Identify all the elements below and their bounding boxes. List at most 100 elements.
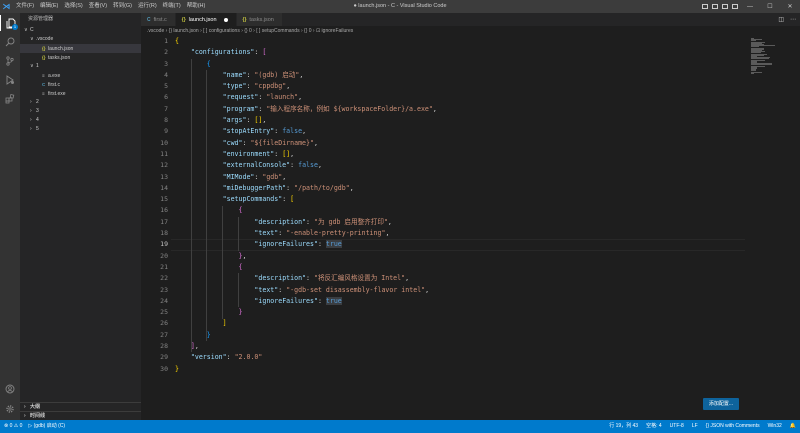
code-line[interactable]: ],: [175, 341, 437, 352]
debug-launch-status[interactable]: ▷ (gdb) 启动 (C): [28, 420, 65, 433]
code-line[interactable]: "name": "(gdb) 启动",: [175, 70, 437, 81]
tab-tasks-json[interactable]: {} tasks.json: [236, 13, 283, 26]
tree-item[interactable]: Cfirst.c: [20, 80, 141, 89]
code-line[interactable]: },: [175, 251, 437, 262]
tree-item[interactable]: {} launch.json: [20, 44, 141, 53]
tree-item-label: launch.json: [48, 46, 74, 52]
tree-item[interactable]: › 2: [20, 98, 141, 107]
customize-layout-icon[interactable]: [732, 4, 738, 9]
search-icon[interactable]: [0, 34, 20, 50]
tab-launch-json[interactable]: {} launch.json: [175, 13, 237, 26]
menu-terminal[interactable]: 终端(T): [160, 0, 184, 13]
more-actions-icon[interactable]: ⋯: [790, 16, 796, 23]
code-line[interactable]: "text": "-enable-pretty-printing",: [175, 228, 437, 239]
code-line[interactable]: {: [175, 205, 437, 216]
toggle-secondary-sidebar-icon[interactable]: [722, 4, 728, 9]
tree-item[interactable]: › 3: [20, 107, 141, 116]
run-debug-icon[interactable]: [0, 72, 20, 88]
code-line[interactable]: "configurations": [: [175, 47, 437, 58]
code-line[interactable]: "request": "launch",: [175, 92, 437, 103]
maximize-button[interactable]: ☐: [760, 0, 780, 13]
explorer-icon[interactable]: 1: [0, 15, 20, 31]
menu-selection[interactable]: 选择(S): [61, 0, 85, 13]
line-number: 14: [160, 183, 168, 192]
problems-status[interactable]: ⊗ 0 ⚠ 0: [4, 420, 22, 433]
code-line[interactable]: "cwd": "${fileDirname}",: [175, 138, 437, 149]
code-line[interactable]: {: [175, 36, 437, 47]
tree-item[interactable]: › 4: [20, 116, 141, 125]
menu-run[interactable]: 运行(R): [135, 0, 160, 13]
timeline-section[interactable]: › 时间线: [20, 411, 141, 420]
minimap[interactable]: [745, 36, 800, 76]
tree-item[interactable]: › 5: [20, 125, 141, 134]
code-line[interactable]: "MIMode": "gdb",: [175, 172, 437, 183]
account-icon[interactable]: [0, 381, 20, 397]
code-token: "program": [222, 104, 259, 113]
tree-item[interactable]: ≡ first.exe: [20, 89, 141, 98]
menu-help[interactable]: 帮助(H): [184, 0, 209, 13]
code-token: false: [298, 161, 318, 170]
toggle-sidebar-icon[interactable]: [702, 4, 708, 9]
unsaved-dot-icon[interactable]: [223, 17, 228, 22]
code-content[interactable]: { "configurations": [ { "name": "(gdb) 启…: [175, 36, 437, 375]
menu-view[interactable]: 查看(V): [86, 0, 110, 13]
extensions-icon[interactable]: [0, 91, 20, 107]
code-line[interactable]: "ignoreFailures": true: [175, 296, 437, 307]
notifications-bell-icon[interactable]: 🔔: [790, 420, 796, 433]
minimize-button[interactable]: —: [740, 0, 760, 13]
code-line[interactable]: "type": "cppdbg",: [175, 81, 437, 92]
source-control-icon[interactable]: [0, 53, 20, 69]
code-token: "为 gdb 启用整齐打印": [313, 217, 388, 226]
outline-section[interactable]: › 大纲: [20, 402, 141, 411]
tree-item[interactable]: {} tasks.json: [20, 53, 141, 62]
settings-icon[interactable]: [0, 401, 20, 417]
tree-item[interactable]: ∨ C: [20, 26, 141, 35]
code-token: "/path/to/gdb": [294, 183, 350, 192]
tree-item[interactable]: ∨ .vscode: [20, 35, 141, 44]
code-line[interactable]: "description": "将反汇编风格设置为 Intel",: [175, 273, 437, 284]
code-line[interactable]: "text": "-gdb-set disassembly-flavor int…: [175, 285, 437, 296]
toggle-panel-icon[interactable]: [712, 4, 718, 9]
indentation-status[interactable]: 空格: 4: [646, 420, 662, 433]
language-mode-status[interactable]: {} JSON with Comments: [706, 420, 760, 433]
code-line[interactable]: "version": "2.0.0": [175, 352, 437, 363]
code-line[interactable]: {: [175, 262, 437, 273]
code-line[interactable]: "description": "为 gdb 启用整齐打印",: [175, 217, 437, 228]
code-token: "name": [222, 70, 247, 79]
code-line[interactable]: ]: [175, 318, 437, 329]
breadcrumb[interactable]: .vscode › {} launch.json › [ ] configura…: [141, 26, 800, 36]
encoding-status[interactable]: UTF-8: [670, 420, 684, 433]
code-line[interactable]: "externalConsole": false,: [175, 160, 437, 171]
code-editor[interactable]: 1 2 3 4 5 6 7 8 9 10 11 12 13 14 15 16 17 18 19 20 21 22 23 24 2…: [141, 36, 745, 420]
code-line[interactable]: {: [175, 59, 437, 70]
eol-status[interactable]: LF: [692, 420, 698, 433]
cursor-position-status[interactable]: 行 19，列 43: [609, 420, 638, 433]
add-configuration-button[interactable]: 添加配置...: [703, 398, 739, 410]
code-line[interactable]: "setupCommands": [: [175, 194, 437, 205]
code-line[interactable]: }: [175, 307, 437, 318]
split-editor-icon[interactable]: ◫: [778, 16, 784, 23]
tree-item[interactable]: ∨ 1: [20, 62, 141, 71]
code-line[interactable]: "program": "输入程序名称，例如 ${workspaceFolder}…: [175, 104, 437, 115]
close-button[interactable]: ✕: [780, 0, 800, 13]
code-line[interactable]: "args": [],: [175, 115, 437, 126]
code-token: :: [274, 149, 283, 158]
menu-edit[interactable]: 编辑(E): [37, 0, 61, 13]
tab-first-c[interactable]: C first.c: [141, 13, 176, 26]
tree-item[interactable]: ≡ a.exe: [20, 71, 141, 80]
code-token: "launch": [266, 93, 299, 102]
code-line[interactable]: "environment": [],: [175, 149, 437, 160]
code-line[interactable]: "ignoreFailures": true: [175, 239, 437, 250]
menu-file[interactable]: 文件(F): [13, 0, 37, 13]
line-number: 10: [160, 138, 168, 147]
code-line[interactable]: "stopAtEntry": false,: [175, 126, 437, 137]
code-line[interactable]: }: [175, 364, 437, 375]
menu-go[interactable]: 转到(G): [110, 0, 135, 13]
code-line[interactable]: "miDebuggerPath": "/path/to/gdb",: [175, 183, 437, 194]
code-line[interactable]: }: [175, 330, 437, 341]
platform-status[interactable]: Win32: [768, 420, 782, 433]
